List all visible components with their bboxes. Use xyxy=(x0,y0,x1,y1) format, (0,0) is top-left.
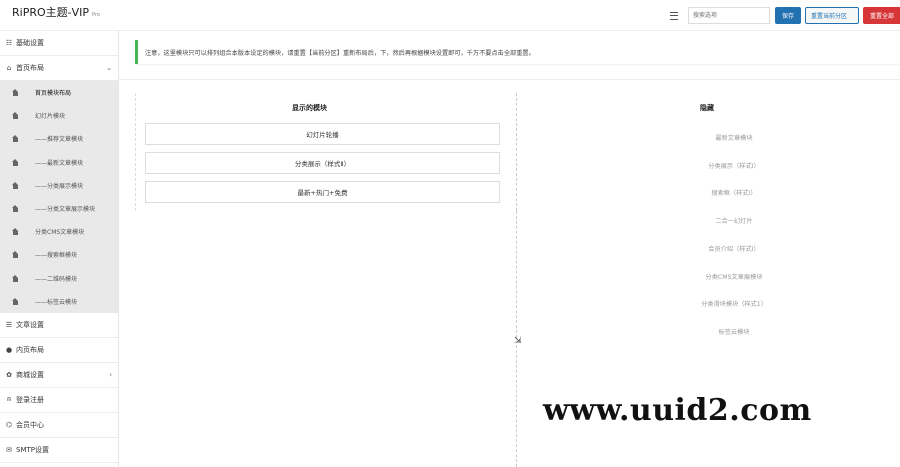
disabled-module-item[interactable]: 分类滑块模块（样式1） xyxy=(549,290,900,316)
sidebar-subitem-cms[interactable]: 分类CMS文章模块 xyxy=(0,220,118,243)
disabled-module-item[interactable]: 标签云模块 xyxy=(549,318,900,344)
sidebar-submenu: 首页模块布局 幻灯片模块 ——推荐文章模块 ——最新文章模块 ——分类展示模块 … xyxy=(0,81,118,313)
home-icon: ⌂ xyxy=(6,64,12,72)
brand-badge: Pro xyxy=(92,12,100,18)
disabled-module-item[interactable]: 最新文章模块 xyxy=(549,124,900,150)
home-icon xyxy=(12,181,19,189)
sidebar: ☷ 基础设置 ⌂ 首页布局 ⌄ 首页模块布局 幻灯片模块 ——推荐文章模块 ——… xyxy=(0,31,119,467)
home-icon xyxy=(12,274,19,282)
sidebar-subitem-slider[interactable]: 幻灯片模块 xyxy=(0,104,118,127)
sidebar-subitem-recommended[interactable]: ——推荐文章模块 xyxy=(0,127,118,150)
enabled-module-item[interactable]: 分类展示（样式Ⅱ） xyxy=(145,152,500,174)
expand-menu-icon[interactable] xyxy=(670,11,678,20)
enabled-modules-column: 显示的模块 幻灯片轮播 分类展示（样式Ⅱ） 最新+热门+免费 xyxy=(135,93,517,211)
sidebar-item-label: 文章设置 xyxy=(16,320,44,329)
sidebar-subitem-search[interactable]: ——搜索框模块 xyxy=(0,243,118,266)
sidebar-item-member[interactable]: ⌬ 会员中心 xyxy=(0,413,118,438)
home-icon xyxy=(12,135,19,143)
search-input[interactable] xyxy=(688,7,770,24)
disabled-module-item[interactable]: 搜索框（样式Ⅰ） xyxy=(549,179,900,205)
sidebar-subitem-label: ——标签云模块 xyxy=(35,298,78,306)
enabled-module-item[interactable]: 最新+热门+免费 xyxy=(145,181,500,203)
sidebar-subitem-qrcode[interactable]: ——二维码模块 xyxy=(0,267,118,290)
disabled-module-item[interactable]: 分类展示（样式Ⅰ） xyxy=(549,152,900,178)
save-button[interactable]: 保存 xyxy=(775,7,801,24)
home-icon xyxy=(12,297,19,305)
sidebar-subitem-label: 首页模块布局 xyxy=(35,90,72,98)
watermark-text: www.uuid2.com xyxy=(543,393,812,428)
sidebar-subitem-label: ——推荐文章模块 xyxy=(35,136,84,144)
sidebar-subitem-label: ——最新文章模块 xyxy=(35,159,84,167)
sidebar-subitem-label: ——分类展示模块 xyxy=(35,182,84,190)
sidebar-item-label: SMTP设置 xyxy=(16,445,49,454)
top-bar: RiPRO主题-VIPPro 保存 重置当前分区 重置全部 xyxy=(0,0,900,31)
sidebar-subitem-category-articles[interactable]: ——分类文章展示模块 xyxy=(0,197,118,220)
list-icon: ☰ xyxy=(5,320,13,329)
cog-icon: ✿ xyxy=(6,370,12,379)
home-icon xyxy=(12,251,19,259)
divider xyxy=(119,79,900,80)
sidebar-item-label: 商城设置 xyxy=(16,370,44,379)
drag-handle-icon[interactable]: ⇲ xyxy=(514,336,522,346)
sidebar-subitem-home-modules[interactable]: 首页模块布局 xyxy=(0,81,118,104)
reset-all-button[interactable]: 重置全部 xyxy=(863,7,900,24)
disabled-module-item[interactable]: 二合一幻灯片 xyxy=(549,207,900,233)
sidebar-item-label: 内页布局 xyxy=(16,345,44,354)
sidebar-item-label: 首页布局 xyxy=(16,64,44,72)
home-icon xyxy=(12,158,19,166)
header-actions: 保存 重置当前分区 重置全部 xyxy=(670,0,900,31)
disabled-module-item[interactable]: 会员介绍（样式Ⅰ） xyxy=(549,235,900,261)
home-icon xyxy=(12,112,19,120)
sidebar-item-shop[interactable]: ✿ 商城设置 › xyxy=(0,363,118,388)
sidebar-item-label: 基础设置 xyxy=(16,39,44,47)
sidebar-subitem-label: ——搜索框模块 xyxy=(35,252,78,260)
sidebar-subitem-label: 幻灯片模块 xyxy=(35,113,66,121)
sidebar-subitem-category[interactable]: ——分类展示模块 xyxy=(0,174,118,197)
brand-title: RiPRO主题-VIP Pro xyxy=(12,4,100,20)
sidebar-item-smtp[interactable]: ✉ SMTP设置 xyxy=(0,438,118,463)
mail-icon: ✉ xyxy=(6,445,12,454)
sidebar-item-home-layout[interactable]: ⌂ 首页布局 ⌄ xyxy=(0,56,118,81)
sidebar-subitem-tagcloud[interactable]: ——标签云模块 xyxy=(0,290,118,313)
home-icon xyxy=(12,205,19,213)
circle-icon: ● xyxy=(5,345,13,354)
sidebar-subitem-label: ——分类文章展示模块 xyxy=(35,206,96,214)
sidebar-item-basic[interactable]: ☷ 基础设置 xyxy=(0,31,118,56)
brand-text: RiPRO主题-VIP xyxy=(12,6,90,19)
user-icon: ⍝ xyxy=(6,395,12,404)
sidebar-item-login[interactable]: ⍝ 登录注册 xyxy=(0,388,118,413)
reset-section-button[interactable]: 重置当前分区 xyxy=(805,7,859,24)
sidebar-subitem-label: ——二维码模块 xyxy=(35,275,78,283)
sidebar-item-label: 会员中心 xyxy=(16,420,44,429)
home-icon xyxy=(12,89,19,97)
sidebar-item-label: 登录注册 xyxy=(16,395,44,404)
main-content: 注意，这里模块只可以排列组合本版本设定的模块，请重置【当前分区】重新布局后，下，… xyxy=(119,31,900,467)
disabled-module-item[interactable]: 分类CMS文章展模块 xyxy=(549,263,900,289)
home-icon xyxy=(12,228,19,236)
sidebar-subitem-latest[interactable]: ——最新文章模块 xyxy=(0,151,118,174)
sidebar-item-article[interactable]: ☰ 文章设置 xyxy=(0,313,118,338)
chevron-down-icon: ⌄ xyxy=(106,64,112,72)
enabled-modules-title: 显示的模块 xyxy=(292,104,327,112)
sidebar-item-inner-layout[interactable]: ● 内页布局 xyxy=(0,338,118,363)
enabled-module-item[interactable]: 幻灯片轮播 xyxy=(145,123,500,145)
sidebar-subitem-label: 分类CMS文章模块 xyxy=(35,229,85,237)
gear-icon: ☷ xyxy=(5,39,13,47)
disabled-modules-title: 隐藏 xyxy=(700,104,714,112)
lock-icon: ⌬ xyxy=(5,420,13,429)
chevron-right-icon: › xyxy=(109,370,112,379)
notice-bar: 注意，这里模块只可以排列组合本版本设定的模块，请重置【当前分区】重新布局后，下，… xyxy=(135,40,900,64)
